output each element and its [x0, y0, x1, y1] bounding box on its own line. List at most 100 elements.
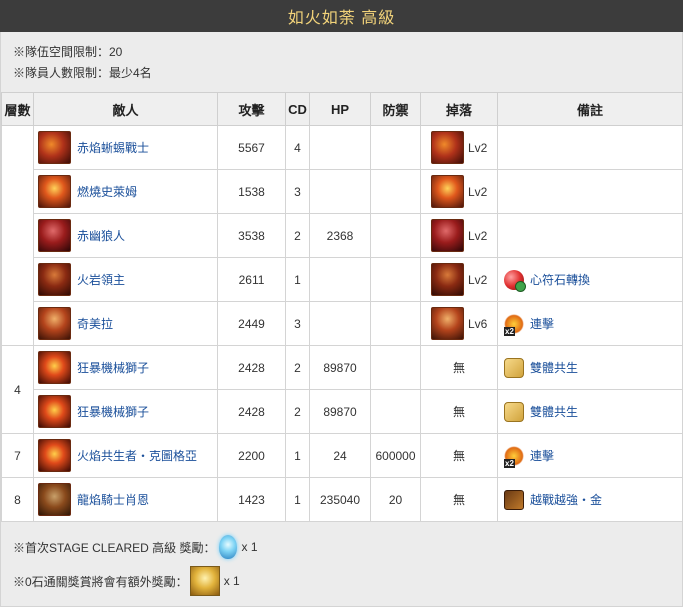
enemy-name-link[interactable]: 赤焰蜥蜴戰士 [77, 139, 149, 156]
table-row: 火岩領主 2611 1 Lv2 心符石轉換 [2, 257, 683, 302]
cd-value: 2 [285, 389, 310, 434]
enemy-table: 層數 敵人 攻擊 CD HP 防禦 掉落 備註 赤焰蜥蜴戰士 5567 4 Lv… [1, 92, 683, 522]
first-clear-qty: x 1 [241, 540, 258, 554]
attack-value: 1423 [217, 477, 286, 522]
attack-value: 2200 [217, 433, 286, 478]
note-cell [497, 213, 683, 258]
drop-card-icon[interactable] [431, 263, 464, 296]
twin-symbiosis-icon [504, 401, 524, 422]
chimera-icon[interactable] [38, 307, 71, 340]
enemy-name-link[interactable]: 火岩領主 [77, 271, 125, 288]
defense-value [370, 257, 421, 302]
first-clear-text: ※首次STAGE CLEARED 高級 獎勵： [13, 540, 216, 555]
dragon-knight-sean-icon[interactable] [38, 483, 71, 516]
drop-value: 無 [420, 345, 498, 390]
defense-value: 600000 [370, 433, 421, 478]
hp-value: 235040 [309, 477, 371, 522]
attack-value: 2428 [217, 389, 286, 434]
defense-value [370, 301, 421, 346]
attack-value: 2428 [217, 345, 286, 390]
cd-value: 2 [285, 213, 310, 258]
floor-number: 7 [1, 433, 34, 478]
team-limit-note: ※隊伍空間限制：20 [13, 45, 123, 59]
drop-level: Lv2 [468, 272, 488, 287]
combo-x2-icon [504, 313, 524, 336]
fire-lizard-warrior-icon[interactable] [38, 131, 71, 164]
hp-value [309, 257, 371, 302]
cd-value: 3 [285, 301, 310, 346]
table-row: 赤幽狼人 3538 2 2368 Lv2 [2, 213, 683, 258]
drop-value: 無 [420, 389, 498, 434]
header-notes: 備註 [497, 92, 683, 126]
drop-card-icon[interactable] [431, 131, 464, 164]
reward-notes: ※首次STAGE CLEARED 高級 獎勵： x 1 ※0石通關獎賞將會有額外… [1, 522, 682, 606]
drop-level: Lv2 [468, 184, 488, 199]
berserk-mech-lion-icon[interactable] [38, 351, 71, 384]
header-floor: 層數 [1, 92, 34, 126]
heart-stone-convert-icon [504, 269, 526, 292]
floor-number: 8 [1, 477, 34, 522]
table-row: 燃燒史萊姆 1538 3 Lv2 [2, 169, 683, 214]
header-enemy: 敵人 [33, 92, 218, 126]
note-cell [497, 169, 683, 214]
gold-card-icon[interactable] [189, 566, 220, 596]
skill-link[interactable]: 心符石轉換 [530, 271, 590, 288]
drop-level: Lv6 [468, 316, 488, 331]
table-row: 8 龍焰騎士肖恩 1423 1 235040 20 無 越戰越強‧金 [1, 477, 683, 522]
red-werewolf-icon[interactable] [38, 219, 71, 252]
cthugha-icon[interactable] [38, 439, 71, 472]
drop-card-icon[interactable] [431, 307, 464, 340]
defense-value [370, 125, 421, 170]
enemy-name-link[interactable]: 燃燒史萊姆 [77, 183, 137, 200]
combo-x2-icon [504, 445, 524, 468]
enemy-name-link[interactable]: 赤幽狼人 [77, 227, 125, 244]
table-row: 奇美拉 2449 3 Lv6 連擊 [2, 301, 683, 346]
attack-value: 2449 [217, 301, 286, 346]
drop-card-icon[interactable] [431, 219, 464, 252]
enemy-name-link[interactable]: 狂暴機械獅子 [77, 403, 149, 420]
table-row: 赤焰蜥蜴戰士 5567 4 Lv2 [1, 125, 683, 346]
defense-value [370, 345, 421, 390]
drop-level: Lv2 [468, 140, 488, 155]
berserk-mech-lion-icon[interactable] [38, 395, 71, 428]
skill-link[interactable]: 連擊 [530, 447, 554, 464]
attack-value: 5567 [217, 125, 286, 170]
hp-value: 89870 [309, 345, 371, 390]
attack-value: 3538 [217, 213, 286, 258]
hp-value [309, 169, 371, 214]
defense-value: 20 [370, 477, 421, 522]
hp-value [309, 301, 371, 346]
stage-notes: ※隊伍空間限制：20 ※隊員人數限制：最少4名 [1, 32, 682, 92]
stage-title: 如火如荼 高級 [287, 10, 396, 27]
drop-value: 無 [420, 433, 498, 478]
burning-slime-icon[interactable] [38, 175, 71, 208]
floor-cell [1, 125, 34, 346]
header-defense: 防禦 [370, 92, 421, 126]
enemy-name-link[interactable]: 火焰共生者‧克圖格亞 [77, 447, 197, 464]
hp-value: 89870 [309, 389, 371, 434]
enemy-name-link[interactable]: 奇美拉 [77, 315, 113, 332]
fire-rock-lord-icon[interactable] [38, 263, 71, 296]
first-clear-reward: ※首次STAGE CLEARED 高級 獎勵： x 1 [13, 532, 682, 562]
floor-number: 4 [1, 345, 34, 434]
enemy-name-link[interactable]: 龍焰騎士肖恩 [77, 491, 149, 508]
table-row: 狂暴機械獅子 2428 2 89870 無 雙體共生 [2, 389, 683, 434]
drop-card-icon[interactable] [431, 175, 464, 208]
defense-value [370, 389, 421, 434]
crystal-icon[interactable] [217, 532, 239, 562]
hp-value: 24 [309, 433, 371, 478]
twin-symbiosis-icon [504, 357, 524, 378]
defense-value [370, 213, 421, 258]
member-limit-note: ※隊員人數限制：最少4名 [13, 66, 152, 80]
enemy-name-link[interactable]: 狂暴機械獅子 [77, 359, 149, 376]
skill-link[interactable]: 雙體共生 [530, 403, 578, 420]
cd-value: 4 [285, 125, 310, 170]
table-row: 7 火焰共生者‧克圖格亞 2200 1 24 600000 無 連擊 [1, 433, 683, 478]
skill-link[interactable]: 雙體共生 [530, 359, 578, 376]
drop-value: 無 [420, 477, 498, 522]
hp-value [309, 125, 371, 170]
cd-value: 2 [285, 345, 310, 390]
skill-link[interactable]: 連擊 [530, 315, 554, 332]
title-bar: 如火如荼 高級 [0, 0, 683, 32]
skill-link[interactable]: 越戰越強‧金 [530, 491, 602, 508]
